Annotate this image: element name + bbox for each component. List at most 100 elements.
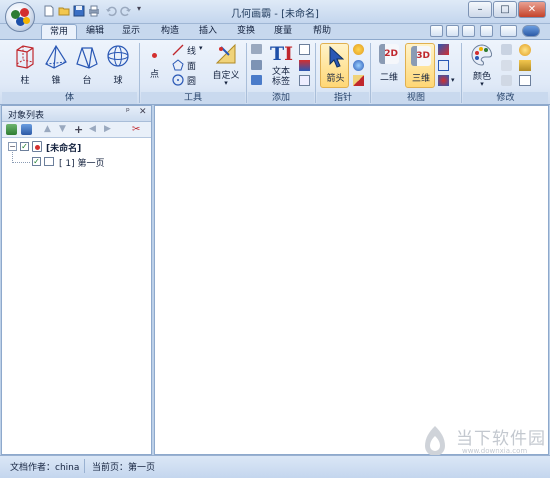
sphere-icon (107, 45, 129, 67)
zoom-icon[interactable] (353, 60, 364, 71)
tree-collapse-toggle[interactable]: − (8, 142, 17, 151)
tab-help[interactable]: 帮助 (307, 24, 337, 39)
maximize-button[interactable]: □ (493, 1, 517, 18)
line-button[interactable]: 线 ▾ (172, 43, 206, 57)
pyramid-icon (45, 44, 67, 69)
status-page: 当前页：第一页 (92, 460, 155, 473)
arrow-button[interactable]: 箭头 (320, 43, 349, 88)
status-author: 文档作者：china (10, 460, 79, 473)
rotate-icon[interactable] (353, 44, 364, 55)
tab-edit[interactable]: 编辑 (80, 24, 110, 39)
pencil-icon[interactable] (353, 75, 364, 86)
status-divider (84, 459, 85, 473)
text-label-button[interactable]: TI 文本 标签 (266, 43, 296, 91)
arrow-pointer-icon (329, 46, 344, 68)
sphere-button[interactable]: 球 (105, 44, 131, 88)
tab-display[interactable]: 显示 (116, 24, 146, 39)
qat-dropdown-icon[interactable]: ▾ (137, 4, 141, 13)
view-2d-button[interactable]: 2D 二维 (374, 43, 404, 89)
group-label-solid: 体 (2, 92, 137, 104)
add-chart-icon[interactable] (251, 75, 262, 85)
group-divider (315, 43, 316, 103)
move-down-icon[interactable]: ▼ (59, 124, 70, 135)
color-button[interactable]: 颜色 ▾ (466, 43, 498, 89)
open-folder-icon[interactable] (58, 5, 70, 17)
prism-label: 柱 (20, 76, 30, 86)
group-label-pointer: 指针 (317, 92, 369, 104)
tab-home[interactable]: 常用 (41, 24, 77, 39)
tree-root-label[interactable]: [未命名] (46, 141, 81, 154)
palette-icon (471, 44, 493, 66)
root-checkbox[interactable]: ✓ (20, 142, 29, 151)
tab-insert[interactable]: 插入 (193, 24, 223, 39)
add-icon[interactable]: + (74, 124, 85, 135)
circle-label: 圆 (187, 77, 197, 87)
import-icon[interactable] (446, 25, 459, 37)
drawing-canvas[interactable] (154, 105, 549, 455)
group-divider (461, 43, 462, 103)
cut-icon[interactable]: ✂ (132, 124, 143, 135)
frustum-label: 台 (82, 76, 92, 86)
move-up-icon[interactable]: ▲ (44, 124, 55, 135)
line-label: 线 (187, 47, 197, 57)
modify-small-buttons-2 (518, 43, 534, 89)
pyramid-button[interactable]: 锥 (43, 44, 69, 88)
new-file-icon[interactable] (43, 5, 55, 17)
page-icon (44, 157, 54, 166)
view-3d-button[interactable]: 3D 三维 (405, 43, 435, 88)
line-dropdown-icon[interactable]: ▾ (199, 44, 203, 52)
text-icon: TI (270, 43, 294, 65)
axis-icon[interactable] (438, 44, 449, 55)
custom-ruler-icon (215, 43, 236, 64)
tab-transform[interactable]: 变换 (231, 24, 261, 39)
custom-button[interactable]: 自定义 ▾ (209, 43, 243, 89)
document-icon (32, 141, 42, 152)
add-note-icon[interactable] (299, 75, 310, 86)
tree-page-label[interactable]: [ 1] 第一页 (59, 156, 104, 169)
close-button[interactable]: ✕ (518, 1, 546, 18)
orb-logo-icon[interactable] (5, 2, 35, 32)
redo-icon[interactable] (120, 5, 132, 17)
line-style-icon[interactable] (501, 44, 512, 55)
fill-style-icon[interactable] (501, 60, 512, 71)
tab-measure[interactable]: 度量 (268, 24, 298, 39)
share-icon[interactable] (462, 25, 475, 37)
grid-icon[interactable] (438, 60, 449, 71)
prism-button[interactable]: 柱 (12, 44, 38, 88)
tree-line (12, 162, 30, 163)
undo-icon[interactable] (105, 5, 117, 17)
frustum-button[interactable]: 台 (74, 44, 100, 88)
add-frame-icon[interactable] (299, 44, 310, 55)
group-label-add: 添加 (248, 92, 314, 104)
folder-icon[interactable] (519, 60, 531, 71)
print-icon[interactable] (88, 5, 100, 17)
title-bar: 几何画霸 - [未命名] ▾ – □ ✕ (0, 0, 550, 24)
move-right-icon[interactable]: ▶ (104, 124, 115, 135)
page-checkbox[interactable]: ✓ (32, 157, 41, 166)
properties-icon[interactable] (519, 75, 531, 86)
point-button[interactable]: 点 (146, 50, 164, 86)
light-icon[interactable] (438, 75, 449, 86)
point-icon (152, 53, 157, 58)
object-list-toolbar: ▲ ▼ + ◀ ▶ ✂ (2, 122, 151, 138)
tab-construct[interactable]: 构造 (155, 24, 185, 39)
panel-close-button[interactable]: ✕ (139, 107, 147, 117)
save-icon[interactable] (73, 5, 85, 17)
minimize-button[interactable]: – (468, 1, 492, 18)
view-dropdown-icon[interactable]: ▾ (451, 76, 455, 84)
export-icon[interactable] (430, 25, 443, 37)
help-icon[interactable] (522, 25, 540, 37)
font-style-icon[interactable] (501, 75, 512, 86)
circle-button[interactable]: 圆 (172, 73, 202, 87)
add-image-icon[interactable] (251, 44, 262, 54)
settings-gear-icon[interactable] (519, 44, 531, 56)
collapse-all-icon[interactable] (21, 124, 32, 135)
expand-all-icon[interactable] (6, 124, 17, 135)
move-left-icon[interactable]: ◀ (89, 124, 100, 135)
layout-icon[interactable] (480, 25, 493, 37)
pin-button[interactable]: ᵖ (126, 107, 130, 117)
add-table-icon[interactable] (251, 60, 262, 70)
add-shape-icon[interactable] (299, 60, 310, 71)
style-icon[interactable] (500, 25, 517, 37)
face-button[interactable]: 面 (172, 58, 202, 72)
